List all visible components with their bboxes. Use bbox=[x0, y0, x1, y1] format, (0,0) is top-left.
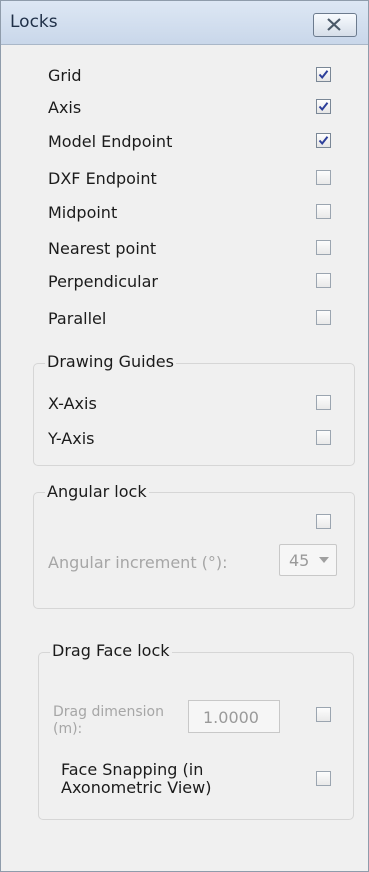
checkmark-icon bbox=[318, 70, 329, 80]
checkbox-midpoint[interactable] bbox=[316, 204, 331, 219]
checkbox-x-axis[interactable] bbox=[316, 395, 331, 410]
checkbox-grid[interactable] bbox=[316, 67, 331, 82]
drawing-guides-legend: Drawing Guides bbox=[45, 352, 176, 371]
drag-face-lock-legend: Drag Face lock bbox=[50, 641, 172, 660]
lock-label-dxf-endpoint: DXF Endpoint bbox=[48, 169, 157, 188]
close-icon bbox=[327, 18, 341, 31]
drag-dimension-label-line1: Drag dimension bbox=[53, 704, 164, 720]
lock-label-axis: Axis bbox=[48, 98, 82, 117]
angular-lock-legend: Angular lock bbox=[45, 482, 149, 501]
close-button[interactable] bbox=[313, 13, 357, 37]
angular-increment-label: Angular increment (°): bbox=[48, 553, 228, 572]
drag-dimension-label-line2: (m): bbox=[53, 721, 83, 737]
angular-increment-select[interactable]: 45 bbox=[279, 544, 337, 576]
title-bar: Locks bbox=[1, 1, 368, 45]
checkbox-dxf-endpoint[interactable] bbox=[316, 170, 331, 185]
face-snapping-label-line2: Axonometric View) bbox=[61, 778, 212, 797]
drag-dimension-value: 1.0000 bbox=[203, 708, 259, 727]
drag-dimension-label: Drag dimension (m): bbox=[53, 704, 164, 738]
lock-label-perpendicular: Perpendicular bbox=[48, 272, 159, 291]
guide-label-x-axis: X-Axis bbox=[48, 394, 97, 413]
checkbox-model-endpoint[interactable] bbox=[316, 133, 331, 148]
checkbox-parallel[interactable] bbox=[316, 310, 331, 325]
checkbox-angular-lock[interactable] bbox=[316, 514, 331, 529]
lock-label-midpoint: Midpoint bbox=[48, 203, 118, 222]
checkbox-perpendicular[interactable] bbox=[316, 273, 331, 288]
checkbox-drag-dimension[interactable] bbox=[316, 707, 331, 722]
face-snapping-label: Face Snapping (in Axonometric View) bbox=[61, 761, 211, 797]
chevron-down-icon bbox=[319, 557, 329, 563]
angular-increment-value: 45 bbox=[289, 551, 310, 570]
checkmark-icon bbox=[318, 102, 329, 112]
panel-title: Locks bbox=[10, 12, 58, 32]
drag-dimension-input[interactable]: 1.0000 bbox=[188, 700, 280, 733]
lock-label-parallel: Parallel bbox=[48, 309, 107, 328]
lock-label-model-endpoint: Model Endpoint bbox=[48, 132, 173, 151]
checkbox-face-snapping[interactable] bbox=[316, 771, 331, 786]
guide-label-y-axis: Y-Axis bbox=[48, 429, 95, 448]
lock-label-nearest-point: Nearest point bbox=[48, 239, 157, 258]
face-snapping-label-line1: Face Snapping (in bbox=[61, 760, 204, 779]
drawing-guides-group bbox=[33, 363, 355, 466]
locks-panel: Locks Grid Axis Model Endpoint DXF Endpo… bbox=[0, 0, 369, 872]
lock-label-grid: Grid bbox=[48, 66, 82, 85]
checkmark-icon bbox=[318, 136, 329, 146]
checkbox-y-axis[interactable] bbox=[316, 430, 331, 445]
checkbox-nearest-point[interactable] bbox=[316, 240, 331, 255]
checkbox-axis[interactable] bbox=[316, 99, 331, 114]
